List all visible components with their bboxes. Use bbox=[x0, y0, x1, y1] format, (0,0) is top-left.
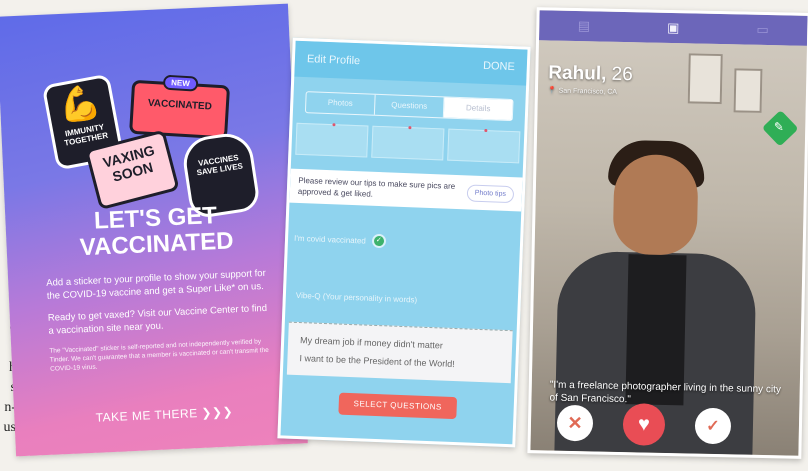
profile-location: 📍 San Francisco, CA bbox=[547, 87, 618, 96]
edit-profile-header: Edit Profile DONE bbox=[294, 40, 528, 86]
close-icon: ✕ bbox=[567, 412, 583, 433]
photo-slot[interactable] bbox=[295, 122, 369, 158]
promo-headline: LET'S GET VACCINATED bbox=[79, 202, 235, 262]
checkmark-icon: ✓ bbox=[706, 417, 720, 436]
select-questions-button[interactable]: SELECT QUESTIONS bbox=[338, 392, 458, 420]
heart-icon: ♥ bbox=[637, 412, 651, 436]
background-window bbox=[687, 53, 723, 105]
profile-name: Rahul, 26 bbox=[548, 62, 633, 86]
sticker-label: VACCINATED bbox=[147, 97, 213, 113]
name-text: Rahul, bbox=[548, 62, 607, 85]
covid-vaccinated-row[interactable]: I'm covid vaccinated ✓ bbox=[288, 227, 521, 258]
sticker-label: VAXING SOON bbox=[101, 141, 157, 185]
sticker-label: VACCINES SAVE LIVES bbox=[196, 152, 244, 178]
flexed-arm-icon: 💪 bbox=[55, 81, 105, 127]
profile-bio-quote: "I'm a freelance photographer living in … bbox=[549, 379, 782, 406]
person-face bbox=[612, 153, 699, 256]
profile-card-icon[interactable]: ▣ bbox=[667, 20, 680, 36]
messages-icon[interactable]: ▭ bbox=[756, 22, 769, 38]
promo-body: Add a sticker to your profile to show yo… bbox=[46, 267, 277, 383]
check-icon: ✓ bbox=[371, 233, 387, 249]
photo-slot[interactable] bbox=[447, 128, 521, 164]
vibe-answers: My dream job if money didn't matter I wa… bbox=[286, 321, 513, 384]
edit-profile-screen: Edit Profile DONE Photos Questions Detai… bbox=[277, 37, 531, 448]
done-button[interactable]: DONE bbox=[483, 60, 515, 73]
tab-photos[interactable]: Photos bbox=[305, 92, 376, 115]
promo-disclaimer: The "Vaccinated" sticker is self-reporte… bbox=[49, 338, 270, 373]
tab-details[interactable]: Details bbox=[443, 97, 513, 121]
profile-tabs: Photos Questions Details bbox=[304, 91, 514, 122]
vibe-q-label: Vibe-Q (Your personality in words) bbox=[295, 290, 418, 305]
tips-text: Please review our tips to make sure pics… bbox=[297, 175, 456, 199]
covid-label: I'm covid vaccinated bbox=[293, 233, 367, 246]
chat-icon[interactable]: ▤ bbox=[578, 18, 591, 34]
syringe-icon: ✎ bbox=[773, 119, 785, 134]
photo-slot[interactable] bbox=[371, 125, 445, 161]
profile-card-screen: ▤ ▣ ▭ Rahul, 26 📍 San Francisco, CA ✎ "I… bbox=[527, 7, 808, 459]
vaccinated-sticker[interactable]: NEW VACCINATED bbox=[129, 74, 231, 140]
photo-slots bbox=[295, 122, 521, 164]
page-title: Edit Profile bbox=[306, 53, 361, 68]
new-badge: NEW bbox=[162, 74, 199, 92]
age-text: 26 bbox=[611, 63, 634, 86]
promo-paragraph: Ready to get vaxed? Visit our Vaccine Ce… bbox=[47, 302, 268, 337]
photo-tips-button[interactable]: Photo tips bbox=[466, 183, 515, 203]
background-window bbox=[733, 68, 763, 113]
photo-tips-banner: Please review our tips to make sure pics… bbox=[289, 168, 523, 212]
promo-paragraph: Add a sticker to your profile to show yo… bbox=[46, 267, 267, 302]
vaccine-promo-screen: 💪 IMMUNITY TOGETHER NEW VACCINATED VAXIN… bbox=[0, 3, 308, 457]
tab-questions[interactable]: Questions bbox=[374, 94, 445, 118]
take-me-there-link[interactable]: TAKE ME THERE ❯❯❯ bbox=[84, 404, 244, 425]
